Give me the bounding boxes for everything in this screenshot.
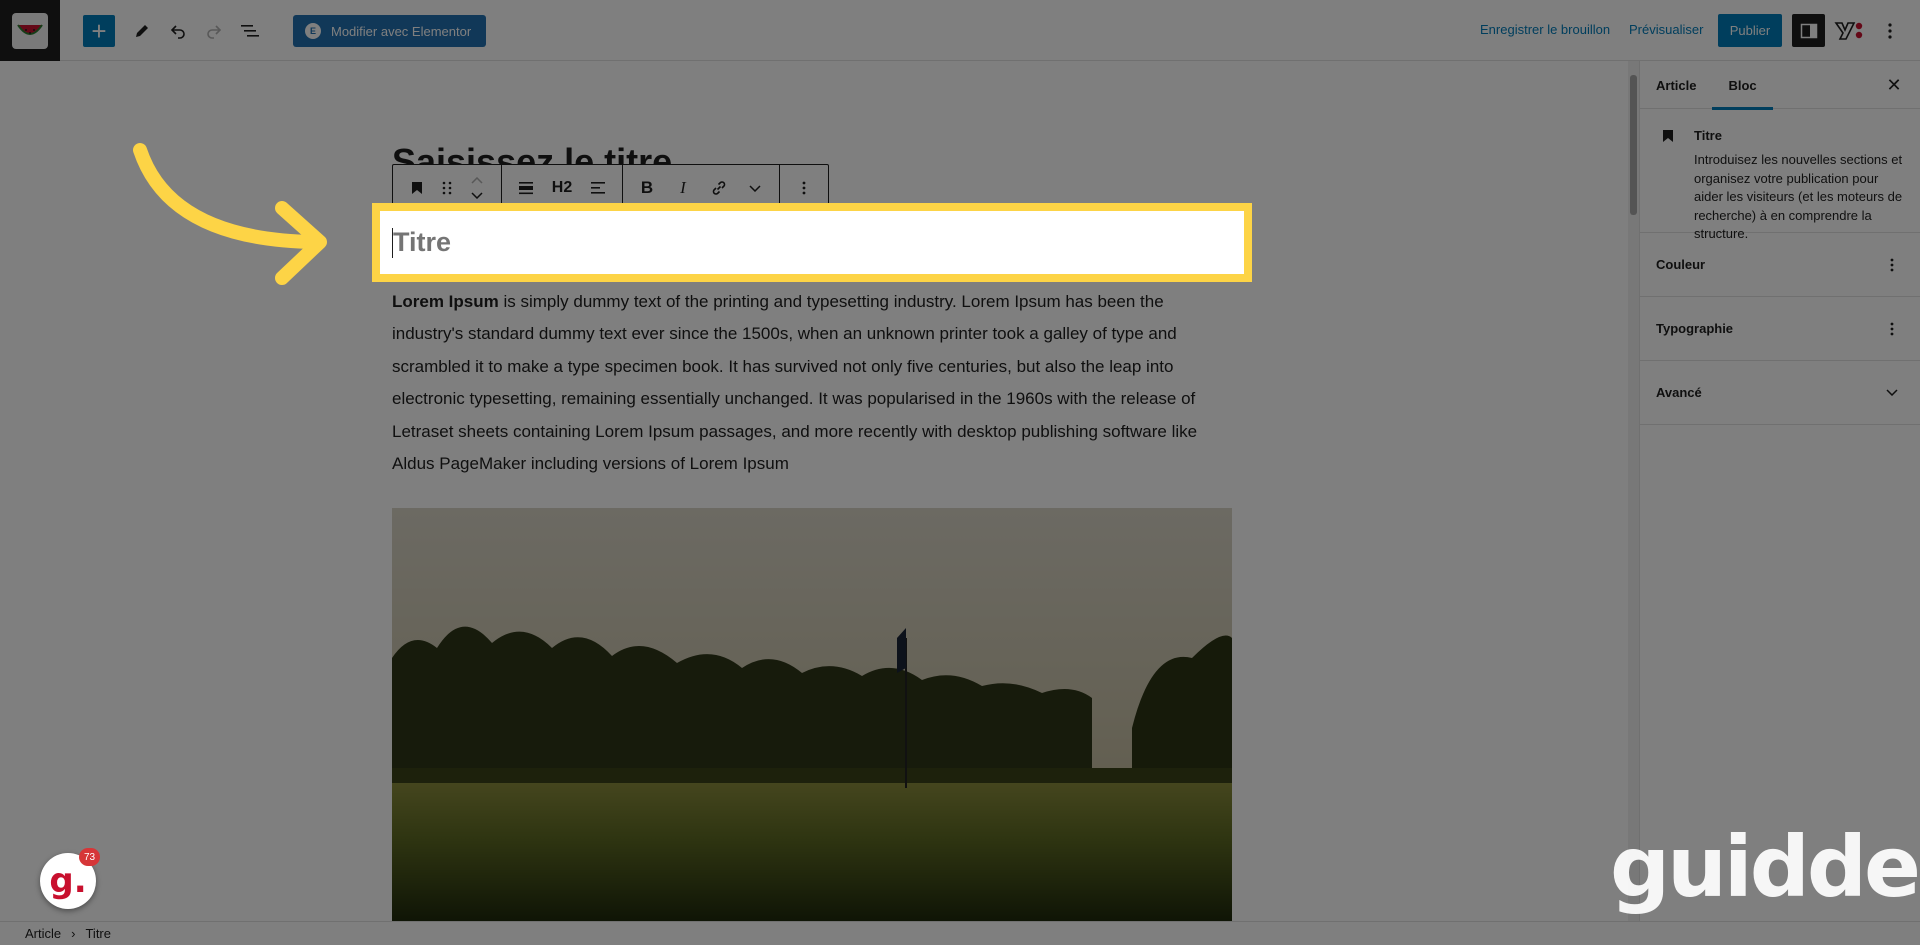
chevron-up-icon[interactable] [471, 177, 483, 184]
golf-course-image[interactable] [392, 508, 1232, 921]
editor-header: + E Modifier avec Elementor Enregistrer … [0, 0, 1920, 61]
settings-sidebar: Article Bloc ✕ Titre Introduisez les nou… [1639, 61, 1920, 921]
list-view-icon[interactable] [232, 13, 268, 49]
guidde-badge-count: 73 [79, 848, 100, 866]
heading-block-highlighted[interactable]: Titre [372, 203, 1252, 282]
redo-icon[interactable] [196, 13, 232, 49]
panel-typography[interactable]: Typographie [1640, 297, 1920, 361]
breadcrumb: Article › Titre [0, 921, 1920, 945]
breadcrumb-separator-icon: › [71, 926, 76, 941]
chevron-down-icon[interactable] [1880, 381, 1904, 405]
editor-scrollbar[interactable] [1628, 61, 1639, 921]
pencil-icon[interactable] [124, 13, 160, 49]
tab-bloc[interactable]: Bloc [1712, 61, 1773, 110]
paragraph-text: is simply dummy text of the printing and… [392, 292, 1198, 474]
block-inserter-plus-icon[interactable]: + [83, 15, 115, 47]
elementor-icon: E [305, 23, 321, 39]
tab-article[interactable]: Article [1640, 61, 1712, 109]
scrollbar-thumb[interactable] [1630, 75, 1637, 215]
site-logo[interactable] [0, 0, 60, 61]
paragraph-bold-text: Lorem Ipsum [392, 292, 499, 311]
block-card: Titre Introduisez les nouvelles sections… [1640, 109, 1920, 241]
heading-placeholder: Titre [393, 227, 452, 257]
save-draft-button[interactable]: Enregistrer le brouillon [1480, 22, 1610, 37]
breadcrumb-item-article[interactable]: Article [25, 926, 61, 941]
watermelon-logo-icon [12, 12, 48, 49]
settings-sidebar-icon[interactable] [1792, 14, 1825, 47]
more-vertical-icon[interactable] [1878, 16, 1902, 46]
block-card-description: Introduisez les nouvelles sections et or… [1694, 152, 1903, 241]
bookmark-icon [1656, 125, 1680, 149]
yoast-icon[interactable] [1834, 16, 1864, 46]
tutorial-arrow-icon [133, 143, 327, 285]
edit-with-elementor-button[interactable]: E Modifier avec Elementor [293, 15, 486, 47]
panel-advanced-label: Avancé [1656, 385, 1702, 400]
panel-options-icon[interactable] [1880, 253, 1904, 277]
paragraph-block[interactable]: Lorem Ipsum is simply dummy text of the … [392, 286, 1232, 480]
breadcrumb-item-titre[interactable]: Titre [85, 926, 111, 941]
edit-with-elementor-label: Modifier avec Elementor [331, 23, 472, 39]
close-icon[interactable]: ✕ [1882, 73, 1906, 97]
preview-button[interactable]: Prévisualiser [1629, 22, 1703, 37]
sidebar-tabs: Article Bloc ✕ [1640, 61, 1920, 110]
block-card-title: Titre [1694, 128, 1722, 143]
panel-advanced[interactable]: Avancé [1640, 361, 1920, 425]
publish-button[interactable]: Publier [1718, 14, 1782, 47]
chevron-down-icon[interactable] [471, 192, 483, 199]
panel-options-icon[interactable] [1880, 317, 1904, 341]
panel-typography-label: Typographie [1656, 321, 1734, 336]
panel-color-label: Couleur [1656, 257, 1706, 272]
guidde-watermark: guidde. [1610, 818, 1920, 916]
undo-icon[interactable] [160, 13, 196, 49]
